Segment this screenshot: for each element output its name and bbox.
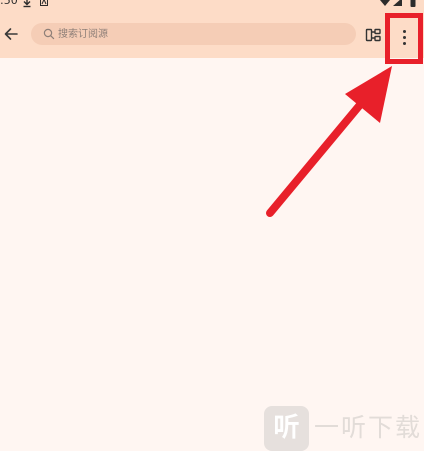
top-app-bar <box>0 10 424 64</box>
watermark-text: 一听下载 <box>314 413 423 442</box>
download-icon <box>23 0 31 8</box>
a-icon <box>40 0 48 6</box>
back-button[interactable] <box>0 22 22 46</box>
watermark-logo: 听 <box>264 406 309 451</box>
group-button[interactable] <box>362 23 386 47</box>
status-bar: :50 <box>0 0 424 10</box>
group-icon <box>365 28 381 42</box>
battery-icon <box>410 0 416 7</box>
subscription-list-area <box>0 58 424 451</box>
status-time: :50 <box>0 0 18 7</box>
search-box[interactable] <box>31 23 356 45</box>
wifi-icon <box>380 0 390 6</box>
signal-icon <box>393 0 402 6</box>
search-icon <box>43 28 55 40</box>
search-input[interactable] <box>58 23 348 45</box>
more-options-button[interactable] <box>395 25 413 51</box>
watermark-logo-text: 听 <box>273 413 300 443</box>
arrow-left-icon <box>4 28 18 40</box>
watermark: 听 一听下载 <box>264 406 424 451</box>
